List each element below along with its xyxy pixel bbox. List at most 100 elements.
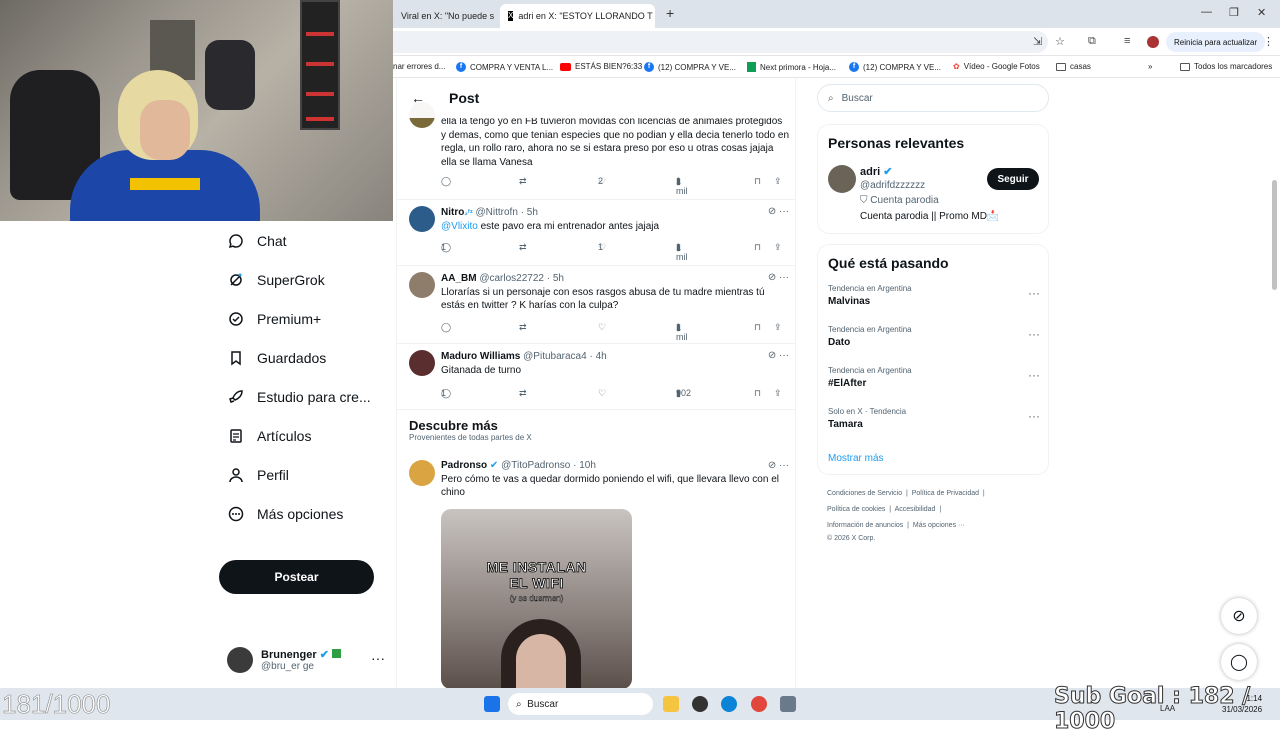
footer-link[interactable]: Más opciones ··· (913, 522, 965, 529)
bookmark-icon[interactable]: ⊓ (754, 176, 761, 187)
bookmark-label: Vídeo - Google Fotos (963, 62, 1040, 71)
follow-button[interactable]: Seguir (987, 168, 1039, 190)
footer-link[interactable]: Política de Privacidad (912, 490, 979, 497)
profile-avatar-icon[interactable] (1147, 36, 1159, 48)
extensions-icon[interactable]: ⧉ (1088, 35, 1096, 48)
tweet-body: Padronso ✔ @TitoPadronso · 10h Pero cómo… (441, 459, 789, 500)
heart-icon[interactable]: ♡ (598, 322, 606, 333)
nav-item-supergrok[interactable]: SuperGrok (219, 260, 395, 299)
reply-icon[interactable]: ◯ (441, 322, 451, 333)
tweet[interactable]: Nitro₂ᶠᶻ @Nittrofn · 5h @Vlixito este pa… (397, 200, 795, 266)
close-tab-icon[interactable]: ✕ (494, 10, 497, 23)
bookmark-item[interactable]: nar errores d... (393, 62, 445, 71)
scrollbar[interactable] (1272, 180, 1277, 290)
search-input[interactable]: ⌕ Buscar (817, 84, 1049, 112)
file-explorer-icon[interactable] (663, 696, 679, 712)
bookmark-item[interactable]: Todos los marcadores (1180, 62, 1272, 71)
repost-icon[interactable]: ⇄ (519, 388, 527, 399)
chrome-icon[interactable] (751, 696, 767, 712)
bookmark-item[interactable]: f (12) COMPRA Y VE... (849, 62, 941, 72)
nav-item-chat[interactable]: Chat (219, 221, 395, 260)
taskbar-search[interactable]: ⌕ Buscar (508, 693, 653, 715)
more-dots-icon[interactable]: ··· (1028, 368, 1040, 382)
footer-link[interactable]: Condiciones de Servicio (827, 490, 902, 497)
facebook-icon: f (456, 62, 466, 72)
mention-link[interactable]: @Vlixito (441, 221, 478, 232)
trend-item[interactable]: Tendencia en Argentina #ElAfter ··· (828, 366, 1040, 389)
minimize-icon[interactable]: — (1201, 6, 1212, 18)
close-tab-icon[interactable]: ✕ (653, 10, 655, 23)
repost-icon[interactable]: ⇄ (519, 322, 527, 333)
heart-icon[interactable]: ♡ (598, 388, 606, 399)
messages-fab-button[interactable]: ◯ (1221, 644, 1257, 680)
bookmark-item[interactable]: f COMPRA Y VENTA L... (456, 62, 553, 72)
bookmarks-overflow-icon[interactable]: » (1148, 62, 1152, 71)
tweet-media-video[interactable]: ME INSTALAN EL WIFI (y se duermen) (441, 509, 632, 688)
nav-label: SuperGrok (257, 271, 325, 288)
back-arrow-icon[interactable]: ← (411, 90, 425, 106)
bookmark-icon[interactable]: ⊓ (754, 388, 761, 399)
menu-kebab-icon[interactable]: ⋮ (1263, 35, 1274, 48)
grok-fab-button[interactable]: ⊘ (1221, 598, 1257, 634)
edge-icon[interactable] (721, 696, 737, 712)
post-button[interactable]: Postear (219, 560, 374, 594)
avatar[interactable] (828, 165, 856, 193)
bookmark-item[interactable]: ✿ Vídeo - Google Fotos (953, 62, 1040, 71)
nav-item-guardados[interactable]: Guardados (219, 338, 395, 377)
restart-update-button[interactable]: Reinicia para actualizar (1166, 32, 1266, 52)
user-name[interactable]: adri (860, 166, 880, 178)
grok-icon[interactable]: ⊘ ··· (768, 350, 789, 361)
repost-icon[interactable]: ⇄ (519, 176, 527, 187)
bookmark-item[interactable]: Next primora - Hoja... (747, 62, 836, 72)
bookmark-icon[interactable]: ⊓ (754, 242, 761, 253)
new-tab-button[interactable]: + (666, 5, 674, 21)
share-icon[interactable]: ⇪ (774, 176, 782, 187)
more-dots-icon[interactable]: ··· (1028, 409, 1040, 423)
share-icon[interactable]: ⇪ (774, 322, 782, 333)
close-window-icon[interactable]: ✕ (1257, 6, 1266, 19)
maximize-icon[interactable]: ❐ (1229, 6, 1239, 19)
tab-strip: Viral en X: "No puede s✕ X adri en X: "E… (393, 0, 1280, 28)
share-icon[interactable]: ⇪ (774, 388, 782, 399)
share-icon[interactable]: ⇪ (774, 242, 782, 253)
trend-item[interactable]: Tendencia en Argentina Dato ··· (828, 325, 1040, 348)
tab-viral[interactable]: Viral en X: "No puede s✕ (393, 4, 497, 28)
app-icon[interactable] (692, 696, 708, 712)
nav-item-estudio[interactable]: Estudio para cre... (219, 377, 395, 416)
grok-icon[interactable]: ⊘ ··· (768, 206, 789, 217)
tweet[interactable]: Maduro Williams @Pitubaraca4 · 4h Gitana… (397, 344, 795, 410)
bookmark-item[interactable]: ESTÁS BIEN?6:33 (560, 62, 642, 71)
more-dots-icon[interactable]: ··· (371, 650, 385, 666)
show-more-link[interactable]: Mostrar más (828, 453, 884, 464)
reading-list-icon[interactable]: ≡ (1124, 35, 1130, 47)
bookmark-item[interactable]: f (12) COMPRA Y VE... (644, 62, 736, 72)
windows-start-icon[interactable] (484, 696, 500, 712)
bookmark-item[interactable]: casas (1056, 62, 1091, 71)
repost-icon[interactable]: ⇄ (519, 242, 527, 253)
nav-item-perfil[interactable]: Perfil (219, 455, 395, 494)
grok-icon[interactable]: ⊘ ··· (768, 272, 789, 283)
nav-item-articulos[interactable]: Artículos (219, 416, 395, 455)
nav-item-premium[interactable]: Premium+ (219, 299, 395, 338)
address-bar[interactable] (393, 31, 1048, 53)
account-switcher[interactable]: Brunenger ✔ @bru_er ge ··· (227, 642, 387, 678)
footer-link[interactable]: Información de anuncios (827, 522, 903, 529)
tweet[interactable]: AA_BM @carlos22722 · 5h Llorarías si un … (397, 266, 795, 344)
calculator-icon[interactable] (780, 696, 796, 712)
more-dots-icon[interactable]: ··· (1028, 327, 1040, 341)
nav-item-mas-opciones[interactable]: Más opciones (219, 494, 395, 533)
star-icon[interactable]: ☆ (1055, 35, 1065, 48)
trend-item[interactable]: Tendencia en Argentina Malvinas ··· (828, 284, 1040, 307)
bookmark-icon[interactable]: ⊓ (754, 322, 761, 333)
install-icon[interactable]: ⇲ (1033, 35, 1042, 48)
footer-link[interactable]: Accesibilidad (895, 506, 936, 513)
more-dots-icon[interactable]: ··· (1028, 286, 1040, 300)
reply-icon[interactable]: ◯ (441, 176, 451, 187)
tab-adri[interactable]: X adri en X: "ESTOY LLORANDO T✕ (500, 4, 655, 28)
affiliate-badge-icon (331, 649, 341, 658)
grok-icon[interactable]: ⊘ ··· (768, 460, 789, 471)
chat-icon: ◯ (1230, 654, 1248, 671)
footer-link[interactable]: Política de cookies (827, 506, 885, 513)
trend-item[interactable]: Solo en X · Tendencia Tamara ··· (828, 407, 1040, 430)
tweet-actions: ◯ ⇄ ♡ ▮ 1 mil ⊓ ⇪ (441, 322, 787, 342)
